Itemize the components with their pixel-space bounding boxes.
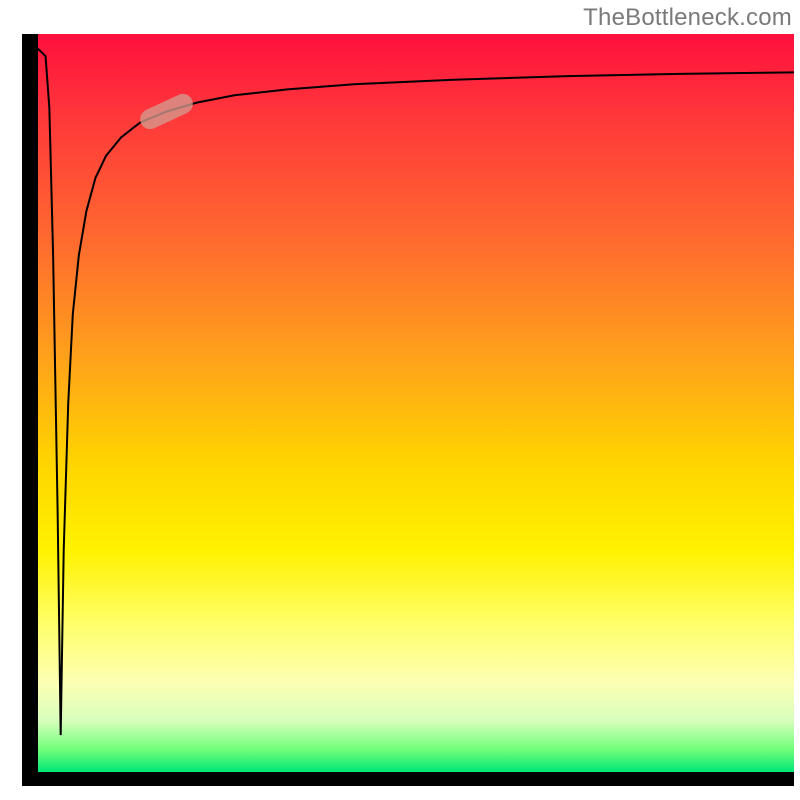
plot-overlay (38, 34, 794, 772)
chart-stage: TheBottleneck.com (0, 0, 800, 800)
marker-pill (137, 91, 196, 133)
attribution-label: TheBottleneck.com (583, 4, 792, 32)
x-axis-bar (22, 772, 794, 786)
bottleneck-curve (38, 49, 794, 735)
y-axis-bar (22, 34, 38, 786)
